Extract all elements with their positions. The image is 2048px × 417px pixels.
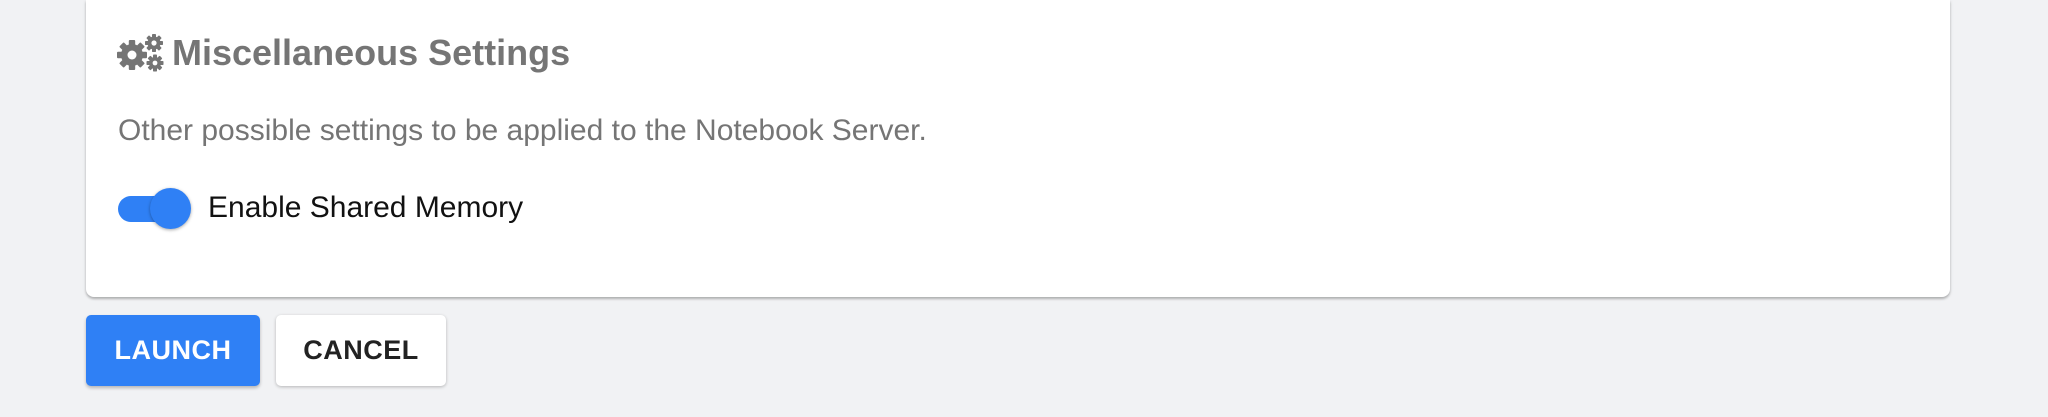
launch-button[interactable]: LAUNCH xyxy=(86,315,260,386)
toggle-thumb xyxy=(150,188,191,229)
gears-icon xyxy=(116,33,164,73)
section-description: Other possible settings to be applied to… xyxy=(118,114,927,147)
shared-memory-toggle[interactable] xyxy=(118,188,192,229)
shared-memory-setting: Enable Shared Memory xyxy=(118,186,523,230)
misc-settings-card: Miscellaneous Settings Other possible se… xyxy=(86,0,1950,297)
section-header: Miscellaneous Settings xyxy=(116,28,570,78)
cancel-button[interactable]: CANCEL xyxy=(276,315,446,386)
shared-memory-label[interactable]: Enable Shared Memory xyxy=(208,191,523,225)
section-title: Miscellaneous Settings xyxy=(172,32,571,73)
